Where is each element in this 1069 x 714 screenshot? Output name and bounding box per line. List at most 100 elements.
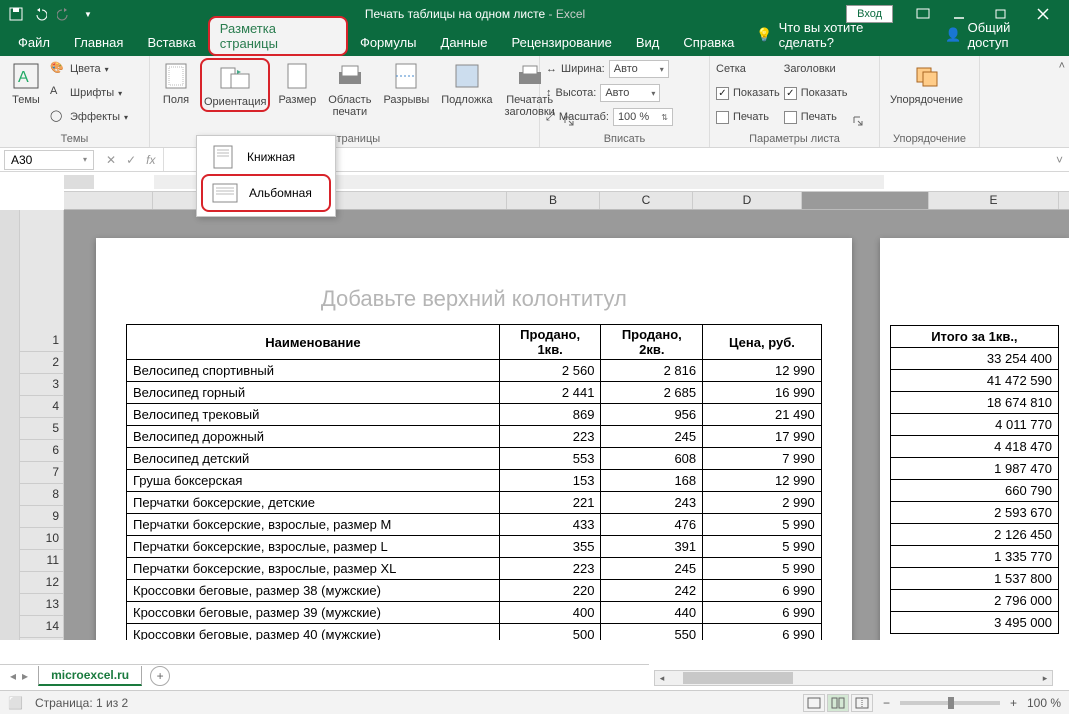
add-sheet-button[interactable]: +	[150, 666, 170, 686]
horizontal-scrollbar[interactable]: ◂▸	[654, 670, 1053, 686]
height-select[interactable]: Авто▾	[600, 84, 660, 102]
row-header[interactable]: 3	[20, 374, 63, 396]
table-row[interactable]: Перчатки боксерские, детские2212432 990	[127, 492, 822, 514]
vertical-ruler[interactable]	[0, 210, 20, 640]
zoom-out-icon[interactable]: −	[883, 696, 890, 710]
zoom-slider[interactable]	[900, 701, 1000, 705]
orientation-portrait[interactable]: Книжная	[201, 140, 331, 174]
row-header[interactable]: 4	[20, 396, 63, 418]
table-row[interactable]: Велосипед спортивный2 5602 81612 990	[127, 360, 822, 382]
table-row[interactable]: 4 011 770	[890, 414, 1058, 436]
effects-button[interactable]: ◯Эффекты▾	[50, 106, 128, 128]
tab-home[interactable]: Главная	[62, 29, 135, 56]
row-header[interactable]: 10	[20, 528, 63, 550]
page-2[interactable]: Итого за 1кв., 33 254 40041 472 59018 67…	[880, 238, 1069, 640]
table-row[interactable]: Кроссовки беговые, размер 40 (мужские)50…	[127, 624, 822, 641]
table-row[interactable]: 41 472 590	[890, 370, 1058, 392]
size-button[interactable]: Размер	[274, 58, 320, 108]
table-row[interactable]: 1 537 800	[890, 568, 1058, 590]
sheet-nav-prev-icon[interactable]: ◂	[10, 669, 16, 683]
table-row[interactable]: Перчатки боксерские, взрослые, размер M4…	[127, 514, 822, 536]
table-row[interactable]: 2 593 670	[890, 502, 1058, 524]
scale-input[interactable]: 100 %⇅	[613, 108, 673, 126]
table-row[interactable]: Перчатки боксерские, взрослые, размер L3…	[127, 536, 822, 558]
tell-me-search[interactable]: 💡 Что вы хотите сделать?	[746, 14, 929, 56]
table-row[interactable]: Кроссовки беговые, размер 38 (мужские)22…	[127, 580, 822, 602]
fx-icon[interactable]: fx	[146, 153, 155, 167]
data-table[interactable]: НаименованиеПродано, 1кв.Продано, 2кв.Це…	[126, 324, 822, 640]
row-header[interactable]: 9	[20, 506, 63, 528]
print-area-button[interactable]: Область печати	[324, 58, 375, 120]
header-placeholder[interactable]: Добавьте верхний колонтитул	[126, 268, 822, 324]
table-row[interactable]: Перчатки боксерские, взрослые, размер XL…	[127, 558, 822, 580]
collapse-ribbon-icon[interactable]: ˄	[1059, 60, 1065, 72]
table-row[interactable]: Кроссовки беговые, размер 39 (мужские)40…	[127, 602, 822, 624]
fonts-button[interactable]: AШрифты▾	[50, 82, 128, 104]
tab-insert[interactable]: Вставка	[135, 29, 207, 56]
table-row[interactable]: 660 790	[890, 480, 1058, 502]
orientation-landscape[interactable]: Альбомная	[201, 174, 331, 212]
tab-review[interactable]: Рецензирование	[499, 29, 623, 56]
expand-formula-icon[interactable]: ˅	[1050, 153, 1069, 167]
table-row[interactable]: 1 335 770	[890, 546, 1058, 568]
col-D[interactable]: D	[693, 192, 802, 209]
row-header[interactable]: 13	[20, 594, 63, 616]
col-C[interactable]: C	[600, 192, 693, 209]
table-row[interactable]: Велосипед детский5536087 990	[127, 448, 822, 470]
table-row[interactable]: 3 495 000	[890, 612, 1058, 634]
row-header[interactable]: 8	[20, 484, 63, 506]
orientation-button[interactable]: Ориентация	[200, 58, 270, 112]
enter-formula-icon[interactable]: ✓	[126, 153, 136, 167]
sheet-nav-next-icon[interactable]: ▸	[22, 669, 28, 683]
sheet-tab[interactable]: microexcel.ru	[38, 666, 142, 686]
page-1[interactable]: Добавьте верхний колонтитул Наименование…	[96, 238, 852, 640]
normal-view-icon[interactable]	[803, 694, 825, 712]
col-B[interactable]: B	[507, 192, 600, 209]
page-break-view-icon[interactable]	[851, 694, 873, 712]
page-layout-view-icon[interactable]	[827, 694, 849, 712]
tab-help[interactable]: Справка	[671, 29, 746, 56]
table-row[interactable]: Велосипед трековый86995621 490	[127, 404, 822, 426]
share-button[interactable]: 👤 Общий доступ	[935, 14, 1063, 56]
arrange-button[interactable]: Упорядочение	[886, 58, 967, 108]
qat-customize-icon[interactable]: ▼	[80, 6, 96, 22]
table-row[interactable]: Груша боксерская15316812 990	[127, 470, 822, 492]
background-button[interactable]: Подложка	[437, 58, 496, 108]
tab-file[interactable]: Файл	[6, 29, 62, 56]
row-header[interactable]: 1	[20, 330, 63, 352]
record-macro-icon[interactable]: ⬜	[8, 696, 23, 710]
tab-page-layout[interactable]: Разметка страницы	[208, 16, 348, 56]
col-E[interactable]: E	[929, 192, 1059, 209]
gridlines-print-checkbox[interactable]: Печать	[716, 106, 780, 128]
save-icon[interactable]	[8, 6, 24, 22]
zoom-in-icon[interactable]: +	[1010, 696, 1017, 710]
breaks-button[interactable]: Разрывы	[379, 58, 433, 108]
themes-button[interactable]: A Темы	[6, 58, 46, 108]
row-header[interactable]: 6	[20, 440, 63, 462]
table-row[interactable]: Велосипед горный2 4412 68516 990	[127, 382, 822, 404]
zoom-level[interactable]: 100 %	[1027, 696, 1061, 710]
row-header[interactable]: 2	[20, 352, 63, 374]
table-row[interactable]: 1 987 470	[890, 458, 1058, 480]
headings-print-checkbox[interactable]: Печать	[784, 106, 848, 128]
row-header[interactable]: 12	[20, 572, 63, 594]
data-table-2[interactable]: Итого за 1кв., 33 254 40041 472 59018 67…	[890, 325, 1059, 634]
tab-formulas[interactable]: Формулы	[348, 29, 429, 56]
redo-icon[interactable]	[56, 6, 72, 22]
row-headers[interactable]: 1 2 3 4 5 6 7 8 9 10 11 12 13 14	[20, 210, 63, 640]
row-header[interactable]: 7	[20, 462, 63, 484]
table-row[interactable]: 33 254 400	[890, 348, 1058, 370]
width-select[interactable]: Авто▾	[609, 60, 669, 78]
undo-icon[interactable]	[32, 6, 48, 22]
headings-view-checkbox[interactable]: ✓Показать	[784, 82, 848, 104]
name-box[interactable]: A30▾	[4, 150, 94, 170]
scrollbar-thumb[interactable]	[683, 672, 793, 684]
row-header[interactable]: 5	[20, 418, 63, 440]
cancel-formula-icon[interactable]: ✕	[106, 153, 116, 167]
table-row[interactable]: Велосипед дорожный22324517 990	[127, 426, 822, 448]
table-row[interactable]: 18 674 810	[890, 392, 1058, 414]
margins-button[interactable]: Поля	[156, 58, 196, 108]
tab-view[interactable]: Вид	[624, 29, 672, 56]
row-header[interactable]: 14	[20, 616, 63, 638]
table-row[interactable]: 4 418 470	[890, 436, 1058, 458]
